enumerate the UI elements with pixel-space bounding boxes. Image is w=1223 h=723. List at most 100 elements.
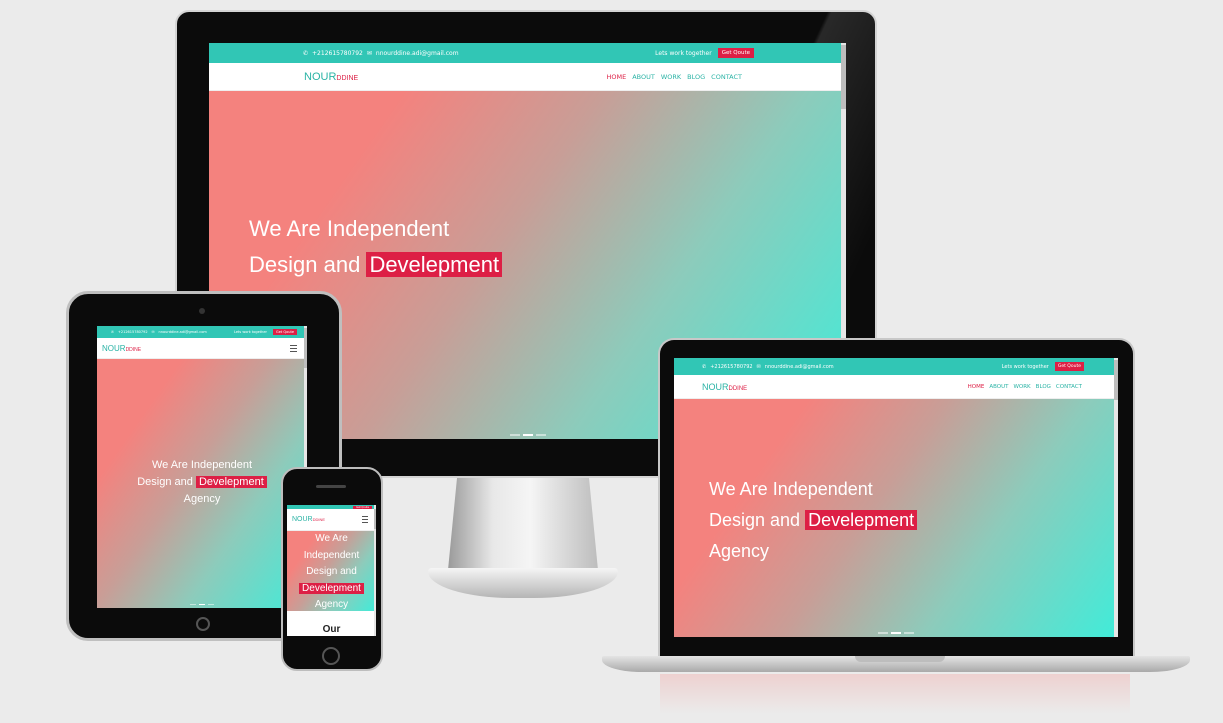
- top-bar: ✆ +212615780792 ✉ nnourddine.adi@gmail.c…: [674, 358, 1118, 375]
- slider-dot[interactable]: [535, 434, 546, 436]
- navbar: NOURDDINE HOME ABOUT WORK BLOG CONTACT: [674, 375, 1118, 399]
- tablet-home-button[interactable]: [196, 617, 210, 631]
- nav-work[interactable]: WORK: [1013, 384, 1030, 390]
- email-address: nnourddine.adi@gmail.com: [764, 363, 834, 370]
- top-bar-right: Get Qoute: [353, 505, 372, 509]
- slider-dot[interactable]: [904, 632, 914, 634]
- navbar: NOURDDINE: [287, 509, 376, 531]
- nav-contact[interactable]: CONTACT: [1056, 384, 1082, 390]
- slider-dots: [190, 604, 214, 605]
- nav-work[interactable]: WORK: [661, 73, 681, 81]
- phone-number: +212615780792: [117, 330, 148, 334]
- headline-prefix: Design and: [709, 510, 801, 530]
- top-bar: ✆ +212615780792 ✉ nnourddine.adi@gmail.c…: [97, 326, 307, 338]
- top-bar-right: Lets work together Get Qoute: [655, 48, 754, 58]
- contact-info: ✆ +212615780792 ✉ nnourddine.adi@gmail.c…: [303, 50, 459, 57]
- headline-line2: Design and: [306, 566, 357, 577]
- nav-home[interactable]: HOME: [968, 384, 985, 390]
- nav-blog[interactable]: BLOG: [687, 73, 705, 81]
- nav-about[interactable]: ABOUT: [632, 73, 655, 81]
- slider-dot-active[interactable]: [522, 434, 533, 436]
- scrollbar[interactable]: [1114, 358, 1118, 637]
- lets-work-text: Lets work together: [1001, 363, 1049, 370]
- slider-dot[interactable]: [878, 632, 888, 634]
- slider-dot-active[interactable]: [891, 632, 901, 634]
- contact-info: ✆ +212615780792 ✉ nnourddine.adi@gmail.c…: [111, 330, 207, 334]
- headline-line1: We Are Independent: [249, 216, 450, 241]
- nav-home[interactable]: HOME: [606, 73, 626, 81]
- headline-line1: We Are Independent: [709, 479, 873, 499]
- tablet-camera: [199, 308, 205, 314]
- nav-about[interactable]: ABOUT: [989, 384, 1008, 390]
- phone-speaker: [316, 485, 346, 488]
- logo[interactable]: NOURDDINE: [292, 516, 325, 523]
- slider-dot-active[interactable]: [199, 604, 205, 605]
- logo-small: DDINE: [336, 74, 359, 82]
- logo[interactable]: NOURDDINE: [304, 71, 358, 83]
- logo[interactable]: NOURDDINE: [102, 344, 141, 353]
- get-quote-button[interactable]: Get Qoute: [353, 505, 372, 509]
- hero-headline: We Are Independent Design and Develepmen…: [249, 211, 503, 283]
- slider-dots: [509, 434, 546, 436]
- tablet-site: ✆ +212615780792 ✉ nnourddine.adi@gmail.c…: [97, 326, 307, 608]
- envelope-icon: ✉: [151, 330, 155, 334]
- logo-main: NOUR: [304, 70, 337, 83]
- logo-main: NOUR: [702, 381, 729, 392]
- phone-icon: ✆: [303, 49, 309, 57]
- hamburger-icon[interactable]: [290, 344, 297, 352]
- get-quote-button[interactable]: Get Qoute: [717, 48, 754, 58]
- lets-work-text: Lets work together: [655, 49, 712, 57]
- responsive-mockup: ✆ +212615780792 ✉ nnourddine.adi@gmail.c…: [0, 0, 1223, 723]
- monitor-stand-base: [428, 568, 618, 598]
- scrollbar-thumb[interactable]: [841, 45, 846, 109]
- hero: We Are Independent Design and Develepmen…: [674, 399, 1118, 637]
- nav-contact[interactable]: CONTACT: [711, 73, 742, 81]
- lets-work-text: Lets work together: [233, 330, 267, 334]
- scrollbar-thumb[interactable]: [374, 509, 376, 529]
- headline-highlight: Develepment: [299, 582, 364, 594]
- scrollbar[interactable]: [374, 505, 376, 636]
- logo-main: NOUR: [102, 343, 126, 353]
- logo-small: DDINE: [125, 346, 142, 353]
- headline-highlight: Develepment: [805, 510, 918, 530]
- headline-prefix: Design and: [137, 476, 193, 488]
- headline-line2b: Develepment: [287, 581, 376, 598]
- phone-icon: ✆: [702, 363, 707, 370]
- headline-line3: Agency: [314, 599, 349, 610]
- slider-dot[interactable]: [190, 604, 196, 605]
- headline-line3: Agency: [709, 541, 770, 561]
- hero-headline: We Are Independent Design and Develepmen…: [287, 531, 376, 614]
- logo[interactable]: NOURDDINE: [702, 382, 747, 392]
- hero-headline: We Are Independent Design and Develepmen…: [709, 474, 918, 567]
- scrollbar-thumb[interactable]: [1114, 360, 1118, 400]
- phone-home-button[interactable]: [322, 647, 340, 665]
- phone-number: +212615780792: [312, 49, 363, 57]
- logo-small: DDINE: [312, 517, 326, 522]
- envelope-icon: ✉: [366, 49, 372, 57]
- logo-main: NOUR: [292, 516, 313, 523]
- section-title: Our: [322, 624, 341, 635]
- scrollbar-thumb[interactable]: [304, 328, 307, 368]
- headline-highlight: Develepment: [366, 252, 503, 277]
- nav-menu: HOME ABOUT WORK BLOG CONTACT: [968, 384, 1082, 390]
- envelope-icon: ✉: [756, 363, 761, 370]
- top-bar-right: Lets work together Get Qoute: [234, 329, 297, 335]
- next-section: Our: [287, 611, 376, 635]
- top-bar-right: Lets work together Get Qoute: [1002, 362, 1084, 371]
- get-quote-button[interactable]: Get Qoute: [1054, 362, 1084, 371]
- headline-line2: Design and Develepment: [249, 247, 503, 283]
- phone-site: Get Qoute NOURDDINE We Are Independent D…: [287, 505, 376, 636]
- get-quote-button[interactable]: Get Qoute: [273, 329, 297, 335]
- laptop-site: ✆ +212615780792 ✉ nnourddine.adi@gmail.c…: [674, 358, 1118, 637]
- headline-line2: Design and Develepment: [97, 474, 307, 491]
- nav-menu: HOME ABOUT WORK BLOG CONTACT: [606, 73, 742, 81]
- slider-dots: [878, 632, 914, 634]
- phone-icon: ✆: [111, 330, 114, 334]
- navbar: NOURDDINE: [97, 338, 307, 359]
- headline-line1: We Are: [315, 533, 348, 544]
- hamburger-icon[interactable]: [362, 516, 368, 523]
- slider-dot[interactable]: [208, 604, 214, 605]
- slider-dot[interactable]: [509, 434, 520, 436]
- contact-info: ✆ +212615780792 ✉ nnourddine.adi@gmail.c…: [702, 364, 834, 370]
- nav-blog[interactable]: BLOG: [1036, 384, 1051, 390]
